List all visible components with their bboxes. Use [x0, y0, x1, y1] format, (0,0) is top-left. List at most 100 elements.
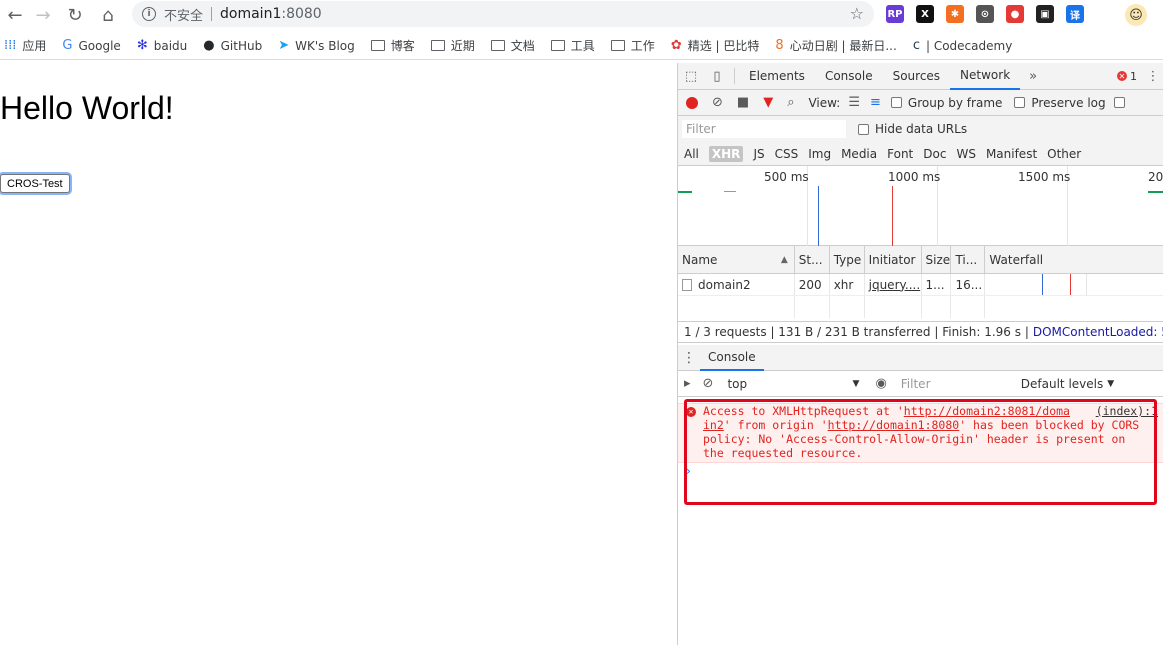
rp-extension-icon[interactable]: RP [886, 5, 904, 23]
error-url-domain1[interactable]: http://domain1:8080 [828, 418, 960, 432]
back-arrow-icon[interactable]: ← [0, 1, 30, 29]
dom-content-loaded-marker [818, 186, 819, 246]
profile-avatar[interactable]: ☺ [1125, 4, 1147, 26]
table-row[interactable]: domain2 200 xhr jquery.... 1... 16... [678, 274, 1163, 296]
error-url-domain2-cont[interactable]: in2 [703, 418, 724, 432]
type-filter-other[interactable]: Other [1047, 147, 1081, 161]
type-filter-img[interactable]: Img [808, 147, 831, 161]
info-icon[interactable]: i [142, 7, 156, 21]
network-toolbar: ⊘ ■ ▼ ⌕ View: ☰ ≡ Group by frame Preserv… [678, 90, 1163, 116]
list-view-icon[interactable]: ☰ [848, 95, 860, 110]
screenshot-icon[interactable]: ■ [737, 95, 749, 110]
column-waterfall[interactable]: Waterfall [985, 246, 1163, 273]
bookmark-label: 工作 [630, 39, 655, 53]
translate-extension-icon[interactable]: 译 [1066, 5, 1084, 23]
column-type[interactable]: Type [830, 246, 865, 273]
github-icon: ● [203, 38, 215, 53]
context-selector[interactable]: top ▼ [723, 375, 863, 393]
type-filter-media[interactable]: Media [841, 147, 877, 161]
column-size[interactable]: Size [922, 246, 952, 273]
record-icon[interactable] [686, 96, 698, 109]
x-extension-icon[interactable]: X [916, 5, 934, 23]
url-text[interactable]: domain1:8080 [220, 6, 322, 22]
forward-arrow-icon[interactable]: → [28, 1, 58, 29]
type-filter-xhr[interactable]: XHR [708, 145, 744, 162]
drawer-menu-icon[interactable]: ⋮ [678, 350, 700, 366]
error-counter[interactable]: ✕ 1 [1117, 70, 1137, 83]
group-by-frame-checkbox[interactable] [890, 97, 902, 108]
baidu-paw-icon: ✻ [136, 38, 148, 53]
devtools-menu-icon[interactable]: ⋮ [1143, 63, 1163, 90]
reload-icon[interactable]: ↻ [60, 1, 90, 29]
row-initiator[interactable]: jquery.... [865, 274, 922, 295]
tab-elements[interactable]: Elements [739, 63, 815, 90]
bookmark-drama[interactable]: 8 心动日剧 | 最新日... [775, 37, 896, 54]
column-initiator[interactable]: Initiator [865, 246, 922, 273]
tab-sources[interactable]: Sources [883, 63, 950, 90]
bookmark-google[interactable]: G Google [62, 38, 120, 53]
search-icon[interactable]: ⌕ [787, 95, 794, 110]
type-filter-css[interactable]: CSS [775, 147, 799, 161]
timeline-label: 1000 ms [888, 170, 941, 184]
bookmark-wks-blog[interactable]: ➤ WK's Blog [278, 38, 355, 53]
bookmark-work[interactable]: 工作 [610, 37, 655, 54]
waterfall-view-icon[interactable]: ≡ [870, 95, 881, 110]
drawer-tab-console[interactable]: Console [700, 345, 764, 371]
resource-type-filters: All XHR JS CSS Img Media Font Doc WS Manifest Othe… [678, 142, 1163, 166]
orange-extension-icon[interactable]: ✱ [946, 5, 964, 23]
column-name[interactable]: Name ▲ [678, 246, 795, 273]
type-filter-font[interactable]: Font [887, 147, 913, 161]
bookmark-codecademy[interactable]: c | Codecademy [913, 38, 1012, 53]
error-url-domain2[interactable]: http://domain2:8081/doma [904, 404, 1070, 418]
bookmark-label: WK's Blog [295, 38, 355, 53]
bookmark-github[interactable]: ● GitHub [203, 38, 262, 53]
preserve-log-checkbox[interactable] [1014, 97, 1026, 108]
live-expression-eye-icon[interactable]: ◉ [875, 376, 886, 391]
console-clear-icon[interactable]: ⊘ [703, 376, 714, 391]
console-error-message[interactable]: ✕ (index):1 Access to XMLHttpRequest at … [678, 403, 1163, 463]
clear-icon[interactable]: ⊘ [712, 95, 723, 110]
waterfall-dcl-line [1042, 274, 1044, 295]
address-bar[interactable]: i 不安全 domain1:8080 ☆ [132, 1, 874, 27]
bookmark-baidu[interactable]: ✻ baidu [137, 38, 187, 53]
more-tabs-icon[interactable]: » [1020, 63, 1046, 90]
column-status[interactable]: St... [795, 246, 830, 273]
console-prompt-icon[interactable]: › [686, 464, 691, 478]
log-levels-dropdown[interactable]: Default levels ▼ [1021, 377, 1114, 391]
bookmark-recent[interactable]: 近期 [430, 37, 475, 54]
home-icon[interactable]: ⌂ [93, 1, 123, 29]
filler-cell [678, 296, 795, 318]
bookmark-blog[interactable]: 博客 [370, 37, 415, 54]
context-value: top [727, 376, 748, 391]
type-filter-ws[interactable]: WS [956, 147, 975, 161]
cros-test-button[interactable]: CROS-Test [0, 174, 70, 193]
network-table-header: Name ▲ St... Type Initiator Size Ti... Wa… [678, 246, 1163, 274]
filter-funnel-icon[interactable]: ▼ [763, 95, 773, 110]
dark-extension-icon[interactable]: ▣ [1036, 5, 1054, 23]
type-filter-doc[interactable]: Doc [923, 147, 946, 161]
view-label: View: [808, 95, 841, 110]
type-filter-all[interactable]: All [684, 147, 699, 161]
bookmark-tools[interactable]: 工具 [550, 37, 595, 54]
network-filter-input[interactable]: Filter [682, 120, 846, 138]
bookmark-label: | Codecademy [925, 38, 1013, 53]
disable-cache-checkbox[interactable] [1113, 97, 1125, 108]
sidebar-toggle-icon[interactable]: ▸ [684, 376, 691, 391]
bookmark-apps[interactable]: ⁞⁞⁞ 应用 [4, 37, 46, 54]
bookmark-star-icon[interactable]: ☆ [850, 4, 864, 23]
bookmark-docs[interactable]: 文档 [490, 37, 535, 54]
type-filter-js[interactable]: JS [753, 147, 764, 161]
red-extension-icon[interactable]: ● [1006, 5, 1024, 23]
type-filter-manifest[interactable]: Manifest [986, 147, 1037, 161]
code-extension-icon[interactable]: ⊙ [976, 5, 994, 23]
column-time[interactable]: Ti... [951, 246, 986, 273]
error-source-link[interactable]: (index):1 [1095, 404, 1158, 418]
bookmark-babit[interactable]: ✿ 精选 | 巴比特 [671, 37, 760, 54]
tab-console[interactable]: Console [815, 63, 883, 90]
console-filter-input[interactable]: Filter [897, 375, 1013, 393]
device-toolbar-icon[interactable]: ▯ [704, 63, 730, 90]
hide-data-urls-checkbox[interactable] [858, 123, 869, 135]
tab-network[interactable]: Network [950, 63, 1021, 90]
inspect-element-icon[interactable]: ⬚ [678, 63, 704, 90]
bookmark-label: 博客 [390, 39, 415, 53]
